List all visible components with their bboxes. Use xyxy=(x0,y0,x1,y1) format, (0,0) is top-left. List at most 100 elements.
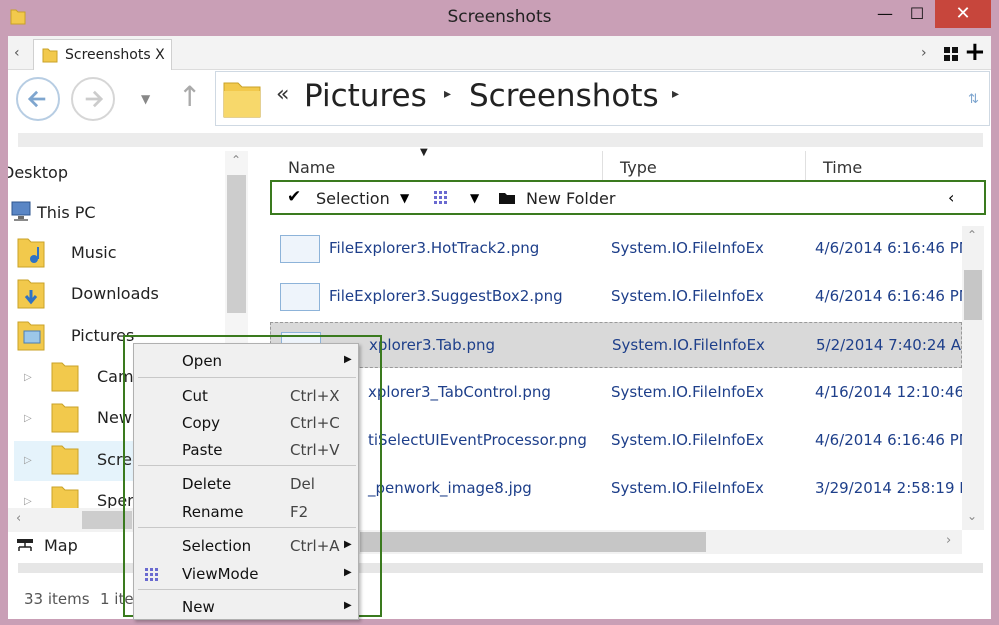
viewmode-dropdown-icon[interactable]: ▼ xyxy=(470,191,479,205)
selection-button[interactable]: Selection xyxy=(316,189,390,208)
context-menu: Open ▶ Cut Ctrl+X Copy Ctrl+C Paste Ctrl… xyxy=(133,343,359,620)
breadcrumb-screenshots[interactable]: Screenshots xyxy=(469,78,659,114)
menu-item-copy[interactable]: Copy Ctrl+C xyxy=(134,410,360,436)
expand-arrow-icon[interactable]: ▷ xyxy=(24,372,32,383)
menu-item-delete[interactable]: Delete Del xyxy=(134,471,360,497)
item-count: 33 items xyxy=(24,590,90,608)
file-type: System.IO.FileInfoEx xyxy=(611,239,764,257)
computer-icon xyxy=(11,201,31,221)
file-time: 4/6/2014 6:16:46 PM xyxy=(815,239,962,257)
folder-icon xyxy=(51,362,79,392)
scroll-down-icon[interactable]: ⌄ xyxy=(967,509,977,523)
expand-arrow-icon[interactable]: ▷ xyxy=(24,455,32,466)
folder-icon xyxy=(51,445,79,475)
menu-separator xyxy=(138,589,356,590)
new-folder-icon[interactable] xyxy=(498,191,516,205)
address-bar[interactable]: « Pictures ▸ Screenshots ▸ ⇅ xyxy=(215,71,990,126)
submenu-arrow-icon: ▶ xyxy=(344,600,352,611)
file-type: System.IO.FileInfoEx xyxy=(612,336,765,354)
up-arrow-icon[interactable]: ↑ xyxy=(178,80,201,113)
breadcrumb-separator-icon[interactable]: ▸ xyxy=(444,86,451,102)
tree-item-music[interactable]: Music xyxy=(16,238,226,269)
back-button[interactable] xyxy=(16,77,60,121)
title-bar[interactable]: Screenshots — ☐ ✕ xyxy=(0,0,999,36)
tab-scroll-right-icon[interactable]: › xyxy=(921,45,927,61)
file-time: 4/6/2014 6:16:46 PM xyxy=(815,431,962,449)
recent-locations-chevron-icon[interactable]: ▼ xyxy=(141,92,150,106)
maximize-button[interactable]: ☐ xyxy=(904,0,930,28)
submenu-arrow-icon: ▶ xyxy=(344,567,352,578)
tab-scroll-left-icon[interactable]: ‹ xyxy=(14,45,20,61)
file-row[interactable]: FileExplorer3.SuggestBox2.png System.IO.… xyxy=(270,274,962,320)
new-tab-plus-icon[interactable]: + xyxy=(964,39,986,65)
divider-bar xyxy=(18,133,983,147)
menu-item-selection[interactable]: Selection Ctrl+A ▶ xyxy=(134,533,360,559)
menu-item-open[interactable]: Open ▶ xyxy=(134,348,360,374)
file-row[interactable]: FileExplorer3.HotTrack2.png System.IO.Fi… xyxy=(270,226,962,272)
scrollbar-thumb[interactable] xyxy=(227,175,246,313)
view-mode-icon[interactable] xyxy=(433,190,451,206)
submenu-arrow-icon: ▶ xyxy=(344,354,352,365)
tab-label: Screenshots X xyxy=(65,47,165,63)
menu-item-new[interactable]: New ▶ xyxy=(134,594,360,620)
forward-button[interactable] xyxy=(71,77,115,121)
folder-icon xyxy=(51,403,79,433)
pictures-folder-icon xyxy=(17,321,45,351)
map-label: Map xyxy=(44,536,78,555)
menu-item-cut[interactable]: Cut Ctrl+X xyxy=(134,383,360,409)
selection-dropdown-icon[interactable]: ▼ xyxy=(400,191,409,205)
column-name[interactable]: Name xyxy=(288,158,335,177)
collapse-chevron-icon[interactable]: ‹ xyxy=(948,188,954,207)
folder-icon xyxy=(42,48,58,63)
new-folder-button[interactable]: New Folder xyxy=(526,189,615,208)
scroll-up-icon[interactable]: ⌃ xyxy=(231,153,241,167)
minimize-button[interactable]: — xyxy=(872,0,898,28)
file-time: 5/2/2014 7:40:24 AM xyxy=(816,336,962,354)
image-thumbnail-icon xyxy=(280,235,320,263)
file-name: _penwork_image8.jpg xyxy=(368,479,532,497)
music-folder-icon xyxy=(17,238,45,268)
expand-arrow-icon[interactable]: ▷ xyxy=(24,496,32,507)
column-type[interactable]: Type xyxy=(620,158,657,177)
sort-down-icon: ▼ xyxy=(420,147,428,158)
list-vertical-scrollbar[interactable]: ⌃ ⌄ xyxy=(962,226,984,530)
file-type: System.IO.FileInfoEx xyxy=(611,479,764,497)
tab-screenshots[interactable]: Screenshots X xyxy=(33,39,172,70)
address-overflow-chevron[interactable]: « xyxy=(276,82,289,107)
command-toolbar: ✔ Selection ▼ ▼ New Folder ‹ xyxy=(270,180,986,215)
scroll-up-icon[interactable]: ⌃ xyxy=(967,228,977,242)
file-type: System.IO.FileInfoEx xyxy=(611,383,764,401)
scrollbar-thumb[interactable] xyxy=(360,532,706,552)
menu-separator xyxy=(138,377,356,378)
breadcrumb-separator-icon[interactable]: ▸ xyxy=(672,86,679,102)
file-name: FileExplorer3.SuggestBox2.png xyxy=(329,287,563,305)
tree-item-downloads[interactable]: Downloads xyxy=(16,279,226,310)
downloads-folder-icon xyxy=(17,279,45,309)
file-name: tiSelectUIEventProcessor.png xyxy=(368,431,587,449)
context-menu-highlight: Open ▶ Cut Ctrl+X Copy Ctrl+C Paste Ctrl… xyxy=(123,335,382,620)
grid-icon[interactable] xyxy=(944,47,958,61)
checkmark-icon[interactable]: ✔ xyxy=(287,187,301,207)
scroll-left-icon[interactable]: ‹ xyxy=(16,511,21,526)
menu-item-paste[interactable]: Paste Ctrl+V xyxy=(134,437,360,463)
scrollbar-thumb[interactable] xyxy=(964,270,982,320)
folder-icon xyxy=(223,82,261,118)
column-resize-handle[interactable] xyxy=(602,151,603,181)
expand-arrow-icon[interactable]: ▷ xyxy=(24,413,32,424)
menu-item-rename[interactable]: Rename F2 xyxy=(134,499,360,525)
menu-separator xyxy=(138,527,356,528)
file-name: FileExplorer3.HotTrack2.png xyxy=(329,239,540,257)
explorer-window: Screenshots — ☐ ✕ ‹ Screenshots X › + ▼ … xyxy=(0,0,999,625)
menu-item-viewmode[interactable]: ViewMode ▶ xyxy=(134,561,360,587)
scroll-right-icon[interactable]: › xyxy=(946,533,951,548)
close-button[interactable]: ✕ xyxy=(935,0,991,28)
file-time: 4/6/2014 6:16:46 PM xyxy=(815,287,962,305)
file-name: xplorer3_TabControl.png xyxy=(368,383,551,401)
file-time: 3/29/2014 2:58:19 PI xyxy=(815,479,962,497)
breadcrumb-pictures[interactable]: Pictures xyxy=(304,78,427,114)
window-title: Screenshots xyxy=(447,7,552,27)
column-resize-handle[interactable] xyxy=(805,151,806,181)
column-time[interactable]: Time xyxy=(823,158,862,177)
file-type: System.IO.FileInfoEx xyxy=(611,287,764,305)
refresh-icon[interactable]: ⇅ xyxy=(968,92,979,107)
